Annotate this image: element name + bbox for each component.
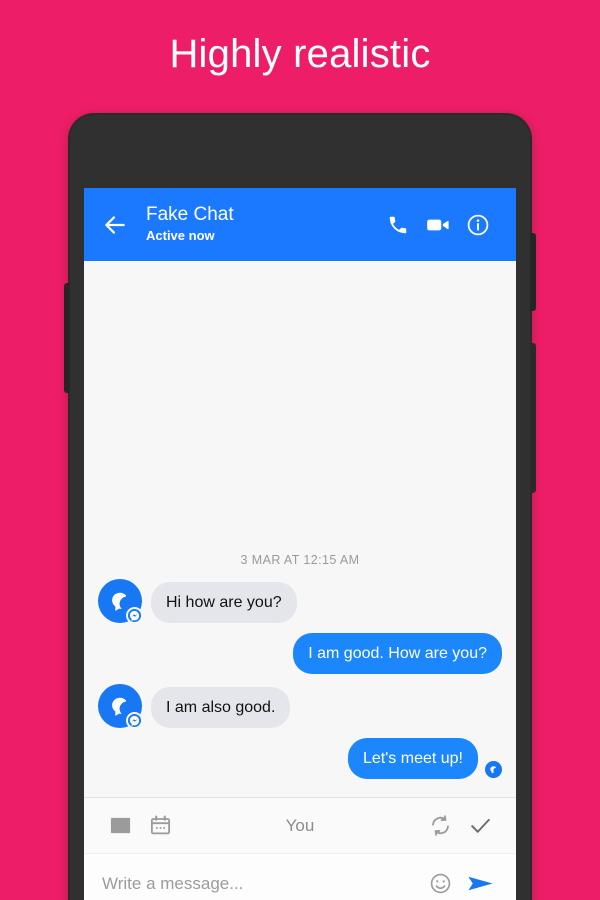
chat-header: Fake Chat Active now — [84, 188, 516, 261]
message-row: Hi how are you? — [98, 579, 502, 624]
back-arrow-icon[interactable] — [98, 208, 132, 242]
avatar — [98, 684, 143, 729]
message-bubble: I am also good. — [151, 687, 291, 728]
message-input[interactable] — [102, 873, 420, 894]
swap-sender-icon[interactable] — [420, 806, 460, 846]
message-bubble: Hi how are you? — [151, 582, 297, 623]
calendar-icon[interactable] — [140, 806, 180, 846]
video-camera-icon[interactable] — [418, 205, 458, 245]
conversation-timestamp: 3 MAR AT 12:15 AM — [240, 553, 360, 567]
editor-toolbar: You — [84, 797, 516, 853]
volume-rocker-button[interactable] — [64, 283, 70, 393]
phone-top-bezel — [68, 113, 532, 288]
phone-device: Fake Chat Active now 3 MAR AT 12:15 AM H… — [64, 113, 536, 900]
send-arrow-icon[interactable] — [460, 864, 500, 900]
image-icon[interactable] — [100, 806, 140, 846]
message-bubble: I am good. How are you? — [293, 633, 502, 674]
message-row: Let's meet up! — [98, 738, 502, 779]
active-sender-label[interactable]: You — [180, 816, 420, 836]
messenger-badge-icon — [126, 712, 143, 729]
message-bubble: Let's meet up! — [348, 738, 478, 779]
chat-title: Fake Chat — [146, 204, 234, 225]
emoji-smiley-icon[interactable] — [420, 864, 460, 900]
message-row: I am good. How are you? — [98, 633, 502, 674]
chat-status: Active now — [146, 228, 215, 243]
read-receipt-avatar — [485, 761, 502, 778]
promo-headline: Highly realistic — [169, 32, 431, 76]
chat-header-titles: Fake Chat Active now — [146, 204, 378, 245]
phone-screen: Fake Chat Active now 3 MAR AT 12:15 AM H… — [84, 188, 516, 900]
messenger-badge-icon — [126, 607, 143, 624]
phone-icon[interactable] — [378, 205, 418, 245]
promo-screenshot: Highly realistic Fake Chat Active now 3 … — [0, 0, 600, 900]
message-composer — [84, 853, 516, 900]
checkmark-icon[interactable] — [460, 806, 500, 846]
power-button[interactable] — [530, 233, 536, 311]
conversation-list[interactable]: 3 MAR AT 12:15 AM Hi how are you? I am g… — [84, 261, 516, 797]
secondary-side-button[interactable] — [531, 343, 536, 493]
info-circle-icon[interactable] — [458, 205, 498, 245]
avatar — [98, 579, 143, 624]
message-row: I am also good. — [98, 684, 502, 729]
